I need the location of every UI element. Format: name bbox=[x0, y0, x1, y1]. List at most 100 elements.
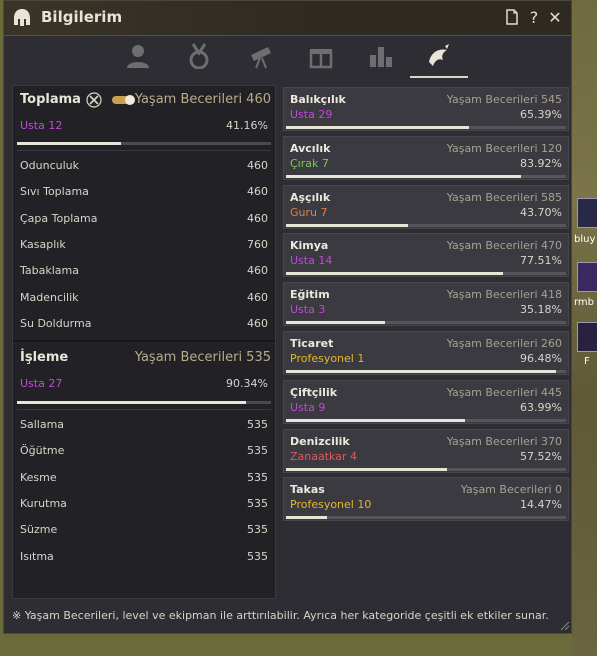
skill-level: Yaşam Becerileri 545 bbox=[446, 93, 562, 106]
skill-name: Çiftçilik bbox=[290, 385, 338, 399]
life-skill-card[interactable]: Avcılık Yaşam Becerileri 120 Çırak 7 83.92% bbox=[283, 135, 569, 180]
skill-rank: Usta 29 bbox=[290, 108, 333, 121]
tab-gift[interactable] bbox=[292, 36, 350, 76]
sub-skill-name: Sıvı Toplama bbox=[20, 185, 89, 199]
skill-level: Yaşam Becerileri 418 bbox=[446, 288, 562, 302]
telescope-icon bbox=[251, 47, 271, 69]
skill-rank: Guru 7 bbox=[290, 205, 328, 219]
sub-skill-value: 535 bbox=[247, 418, 268, 431]
page-icon[interactable] bbox=[504, 9, 520, 27]
skill-progress-fill bbox=[286, 126, 470, 129]
skill-progress-bar bbox=[286, 370, 566, 373]
skill-rank: Profesyonel 1 bbox=[290, 352, 365, 365]
skill-rank: Usta 3 bbox=[290, 303, 326, 317]
skill-rank: Usta 9 bbox=[290, 400, 326, 414]
processing-rank-row: Usta 27 90.34% bbox=[20, 377, 268, 390]
life-skill-card[interactable]: Denizcilik Yaşam Becerileri 370 Zanaatkar … bbox=[283, 428, 569, 473]
toggle-knob bbox=[125, 95, 135, 105]
sub-skill-value: 460 bbox=[247, 264, 268, 278]
sub-skill-value: 460 bbox=[247, 211, 268, 225]
divider bbox=[17, 150, 271, 151]
skill-progress-fill bbox=[286, 223, 409, 227]
life-skill-card[interactable]: Çiftçilik Yaşam Becerileri 445 Usta 9 63.99… bbox=[283, 379, 569, 424]
buff-icon bbox=[577, 322, 597, 352]
sub-skill-value: 460 bbox=[247, 159, 268, 172]
processing-percent: 90.34% bbox=[226, 377, 268, 390]
sub-skill-value: 535 bbox=[247, 523, 268, 537]
skill-progress-bar bbox=[286, 321, 566, 325]
sub-skill-row[interactable]: Süzme 535 bbox=[20, 523, 268, 536]
divider bbox=[13, 340, 275, 342]
gathering-title: Toplama bbox=[20, 92, 81, 107]
processing-header: İşleme Yaşam Becerileri 535 bbox=[13, 350, 275, 368]
sub-skill-name: Çapa Toplama bbox=[20, 211, 98, 225]
sub-skill-name: Öğütme bbox=[20, 444, 65, 458]
skill-percent: 14.47% bbox=[520, 498, 562, 512]
tab-telescope[interactable] bbox=[232, 36, 290, 76]
tab-bar bbox=[4, 36, 571, 78]
skill-percent: 83.92% bbox=[520, 156, 562, 170]
skill-level: Yaşam Becerileri 585 bbox=[446, 190, 562, 204]
gathering-rank: Usta 12 bbox=[20, 119, 63, 132]
sub-skill-row[interactable]: Madencilik 460 bbox=[20, 291, 268, 304]
skill-name: Avcılık bbox=[290, 141, 331, 155]
sub-skill-row[interactable]: Tabaklama 460 bbox=[20, 264, 268, 277]
skill-name: Denizcilik bbox=[290, 434, 350, 448]
sub-skill-row[interactable]: Su Doldurma 460 bbox=[20, 317, 268, 330]
life-skill-card[interactable]: Takas Yaşam Becerileri 0 Profesyonel 10 14.… bbox=[283, 477, 569, 522]
sub-skill-row[interactable]: Öğütme 535 bbox=[20, 444, 268, 457]
sub-skill-row[interactable]: Çapa Toplama 460 bbox=[20, 212, 268, 225]
skill-name: Eğitim bbox=[290, 288, 330, 302]
skill-rank: Profesyonel 10 bbox=[290, 498, 372, 512]
tab-life-skills[interactable] bbox=[410, 36, 468, 78]
sub-skill-name: Su Doldurma bbox=[20, 316, 92, 330]
skill-level: Yaşam Becerileri 470 bbox=[446, 239, 562, 253]
sub-skill-row[interactable]: Kesme 535 bbox=[20, 471, 268, 484]
help-icon[interactable]: ? bbox=[526, 9, 542, 27]
life-skill-card[interactable]: Eğitim Yaşam Becerileri 418 Usta 3 35.18% bbox=[283, 282, 569, 327]
divider bbox=[17, 409, 271, 410]
tab-medal[interactable] bbox=[170, 36, 228, 76]
sub-skill-value: 535 bbox=[247, 470, 268, 484]
title-bar[interactable]: Bilgilerim ? ✕ bbox=[4, 1, 571, 36]
skill-rank: Zanaatkar 4 bbox=[290, 449, 357, 463]
sub-skill-row[interactable]: Isıtma 535 bbox=[20, 550, 268, 563]
life-skill-icon bbox=[429, 44, 449, 66]
skill-level: Yaşam Becerileri 0 bbox=[460, 483, 562, 497]
skill-progress-fill bbox=[286, 516, 327, 520]
skill-percent: 96.48% bbox=[520, 352, 562, 365]
skill-percent: 57.52% bbox=[520, 449, 562, 463]
sub-skill-name: Isıtma bbox=[20, 549, 54, 563]
skill-progress-fill bbox=[286, 467, 448, 471]
sub-skill-row[interactable]: Sallama 535 bbox=[20, 418, 268, 431]
sub-skill-row[interactable]: Kasaplık 760 bbox=[20, 238, 268, 251]
life-skill-card[interactable]: Balıkçılık Yaşam Becerileri 545 Usta 29 65.… bbox=[283, 87, 569, 131]
close-icon[interactable]: ✕ bbox=[547, 9, 563, 27]
sub-skill-name: Sallama bbox=[20, 418, 65, 431]
gathering-toggle[interactable] bbox=[112, 95, 135, 105]
gathering-rank-row: Usta 12 41.16% bbox=[20, 119, 268, 132]
skill-progress-fill bbox=[286, 321, 385, 325]
tab-bar-chart[interactable] bbox=[352, 36, 410, 76]
tab-profile[interactable] bbox=[109, 36, 167, 76]
skill-level: Yaşam Becerileri 260 bbox=[446, 337, 562, 350]
gathering-header: Toplama Yaşam Becerileri 460 bbox=[13, 92, 275, 110]
processing-progress-fill bbox=[17, 401, 247, 404]
processing-rank: Usta 27 bbox=[20, 377, 63, 390]
life-skill-card[interactable]: Kimya Yaşam Becerileri 470 Usta 14 77.51% bbox=[283, 233, 569, 278]
buff-icon bbox=[577, 262, 597, 292]
sub-skill-row[interactable]: Odunculuk 460 bbox=[20, 159, 268, 172]
world-label: F bbox=[584, 356, 590, 367]
skill-percent: 65.39% bbox=[520, 108, 562, 121]
skill-progress-fill bbox=[286, 418, 466, 422]
life-skill-card[interactable]: Aşçılık Yaşam Becerileri 585 Guru 7 43.70% bbox=[283, 184, 569, 229]
skill-progress-bar bbox=[286, 516, 566, 520]
resize-handle-icon[interactable] bbox=[560, 621, 570, 631]
sub-skill-row[interactable]: Sıvı Toplama 460 bbox=[20, 185, 268, 198]
sub-skill-row[interactable]: Kurutma 535 bbox=[20, 497, 268, 510]
sub-skill-name: Kesme bbox=[20, 470, 57, 484]
sub-skill-value: 460 bbox=[247, 290, 268, 304]
life-skill-card[interactable]: Ticaret Yaşam Becerileri 260 Profesyonel 1… bbox=[283, 331, 569, 375]
sub-skill-name: Tabaklama bbox=[20, 264, 79, 278]
skill-percent: 63.99% bbox=[520, 400, 562, 414]
